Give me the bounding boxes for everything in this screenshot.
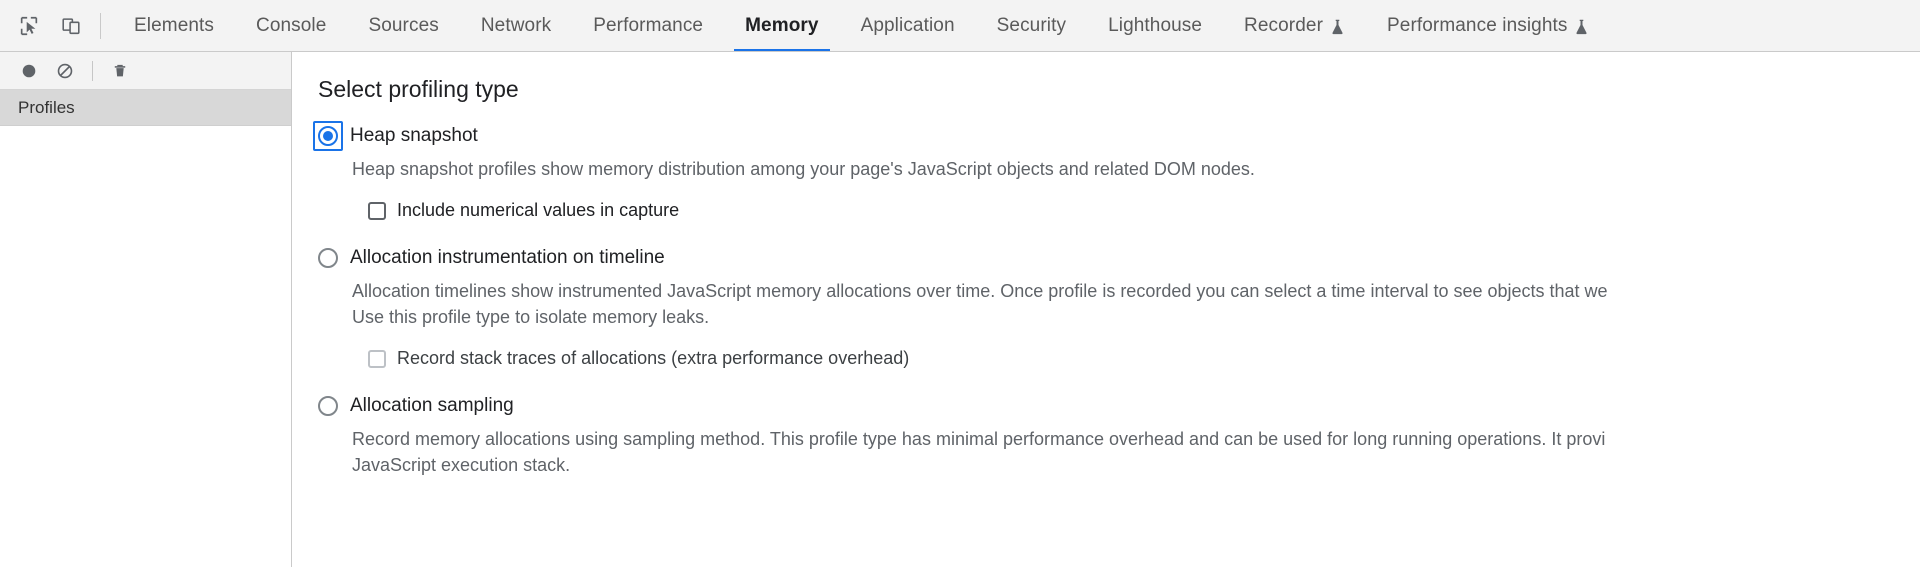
checkbox-allocation-instrumentation — [368, 350, 386, 368]
spacer — [318, 478, 1920, 492]
option-description-line1: Record memory allocations using sampling… — [352, 429, 1605, 449]
tab-console[interactable]: Console — [235, 0, 347, 51]
tabbar-tools — [0, 0, 113, 51]
tab-recorder[interactable]: Recorder — [1223, 0, 1366, 51]
tab-memory[interactable]: Memory — [724, 0, 839, 51]
profiles-list[interactable] — [0, 126, 291, 567]
option-description: Allocation timelines show instrumented J… — [352, 278, 1920, 330]
tab-security[interactable]: Security — [976, 0, 1087, 51]
tab-application[interactable]: Application — [840, 0, 976, 51]
trash-icon[interactable] — [103, 56, 137, 86]
profiles-section-header: Profiles — [0, 90, 291, 126]
devtools-window: Elements Console Sources Network Performance… — [0, 0, 1920, 567]
option-description-line1: Allocation timelines show instrumented J… — [352, 281, 1608, 301]
record-icon[interactable] — [12, 56, 46, 86]
radio-row-heap-snapshot[interactable]: Heap snapshot — [318, 125, 1920, 147]
profiling-option-heap-snapshot: Heap snapshot Heap snapshot profiles show… — [318, 125, 1920, 221]
tab-performance[interactable]: Performance — [572, 0, 724, 51]
radio-allocation-instrumentation[interactable] — [318, 248, 338, 268]
tab-sources[interactable]: Sources — [347, 0, 459, 51]
experiment-flask-icon — [1330, 18, 1345, 36]
experiment-flask-icon — [1574, 18, 1589, 36]
tab-label: Memory — [745, 15, 818, 37]
tab-label: Sources — [368, 15, 438, 37]
checkbox-label: Include numerical values in capture — [397, 200, 679, 221]
tabbar-divider — [100, 13, 101, 39]
tab-lighthouse[interactable]: Lighthouse — [1087, 0, 1223, 51]
profiles-toolbar-divider — [92, 61, 93, 81]
tab-label: Lighthouse — [1108, 15, 1202, 37]
profiling-option-allocation-instrumentation: Allocation instrumentation on timeline Al… — [318, 247, 1920, 369]
option-description-line1: Heap snapshot profiles show memory distr… — [352, 159, 1255, 179]
option-description: Record memory allocations using sampling… — [352, 426, 1920, 478]
radio-allocation-sampling[interactable] — [318, 396, 338, 416]
tab-label: Network — [481, 15, 551, 37]
checkbox-heap-snapshot[interactable] — [368, 202, 386, 220]
checkbox-row-allocation-instrumentation[interactable]: Record stack traces of allocations (extr… — [368, 348, 1920, 369]
radio-label: Heap snapshot — [350, 125, 478, 147]
tab-label: Security — [997, 15, 1066, 37]
profiling-type-panel: Select profiling type Heap snapshotHeap … — [292, 52, 1920, 567]
inspect-element-icon[interactable] — [10, 7, 48, 45]
profiles-sidebar: Profiles — [0, 52, 292, 567]
radio-row-allocation-sampling[interactable]: Allocation sampling — [318, 395, 1920, 417]
tab-label: Console — [256, 15, 326, 37]
option-description-line2: JavaScript execution stack. — [352, 452, 1920, 478]
tab-performance-insights[interactable]: Performance insights — [1366, 0, 1610, 51]
radio-row-allocation-instrumentation[interactable]: Allocation instrumentation on timeline — [318, 247, 1920, 269]
tab-network[interactable]: Network — [460, 0, 572, 51]
radio-indicator — [318, 248, 338, 268]
tab-label: Application — [861, 15, 955, 37]
devtools-tabbar: Elements Console Sources Network Performance… — [0, 0, 1920, 52]
tab-label: Recorder — [1244, 15, 1323, 37]
radio-label: Allocation instrumentation on timeline — [350, 247, 665, 269]
checkbox-label: Record stack traces of allocations (extr… — [397, 348, 909, 369]
checkbox-row-heap-snapshot[interactable]: Include numerical values in capture — [368, 200, 1920, 221]
radio-indicator — [318, 396, 338, 416]
page-title: Select profiling type — [318, 76, 1920, 103]
profiling-option-allocation-sampling: Allocation sampling Record memory allocat… — [318, 395, 1920, 492]
tab-elements[interactable]: Elements — [113, 0, 235, 51]
profiling-type-options: Heap snapshot Heap snapshot profiles show… — [318, 125, 1920, 492]
tab-label: Performance — [593, 15, 703, 37]
device-toolbar-icon[interactable] — [52, 7, 90, 45]
radio-heap-snapshot[interactable] — [318, 126, 338, 146]
devtools-body: Profiles Select profiling type Heap snap… — [0, 52, 1920, 567]
clear-icon[interactable] — [48, 56, 82, 86]
radio-indicator — [318, 126, 338, 146]
option-description: Heap snapshot profiles show memory distr… — [352, 156, 1920, 182]
tab-label: Elements — [134, 15, 214, 37]
radio-label: Allocation sampling — [350, 395, 514, 417]
panel-tabs: Elements Console Sources Network Performance… — [113, 0, 1920, 51]
tab-label: Performance insights — [1387, 15, 1567, 37]
profiles-toolbar — [0, 52, 291, 90]
option-description-line2: Use this profile type to isolate memory … — [352, 304, 1920, 330]
